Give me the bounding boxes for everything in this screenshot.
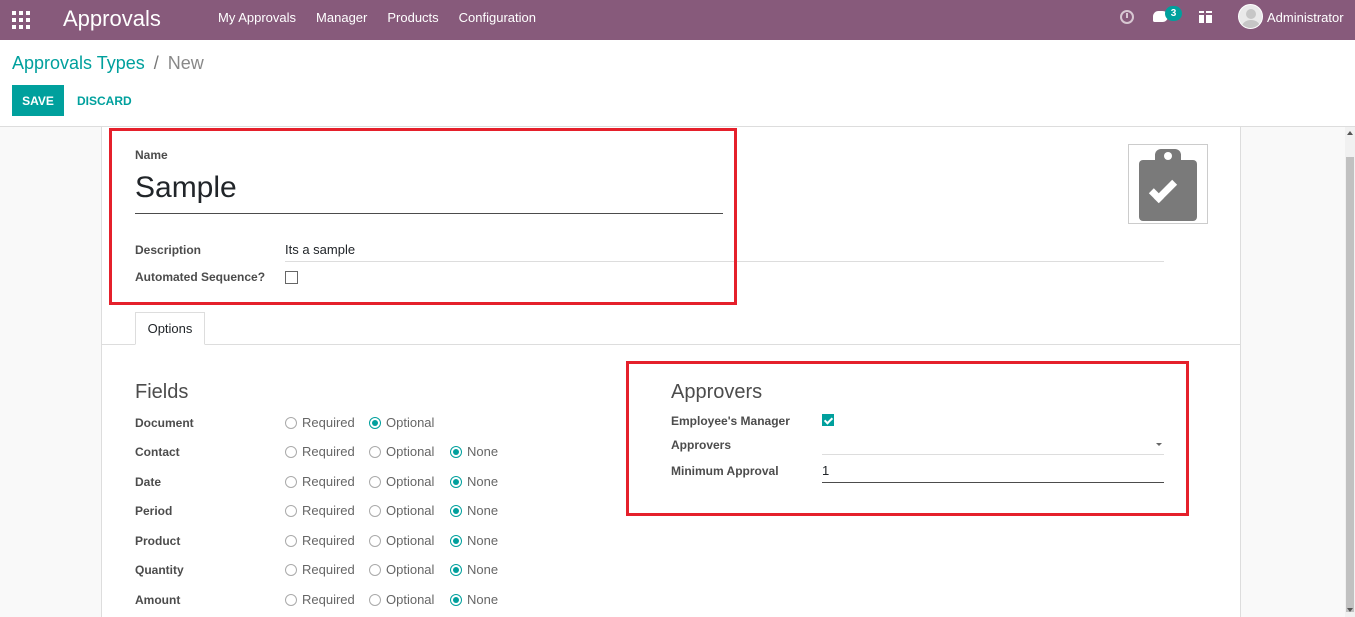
radio-button[interactable] [450, 446, 462, 458]
app-title[interactable]: Approvals [63, 5, 161, 33]
radio-label: Optional [386, 415, 435, 430]
messages-badge: 3 [1165, 6, 1182, 21]
fields-section-title: Fields [135, 381, 189, 403]
field-label: Document [135, 416, 194, 430]
radio-button[interactable] [285, 446, 297, 458]
field-label: Quantity [135, 563, 184, 577]
field-label: Contact [135, 445, 180, 459]
field-label: Amount [135, 593, 181, 607]
radio-label: Optional [386, 474, 435, 489]
field-label: Product [135, 534, 181, 548]
menu-my-approvals[interactable]: My Approvals [208, 0, 306, 40]
discard-button[interactable]: DISCARD [70, 85, 139, 116]
activity-clock-icon[interactable] [1120, 10, 1134, 24]
radio-button[interactable] [450, 594, 462, 606]
radio-button[interactable] [450, 505, 462, 517]
gift-icon[interactable] [1198, 11, 1213, 23]
field-row-amount: Amount Required Optional None [135, 590, 615, 610]
radio-button[interactable] [285, 535, 297, 547]
radio-label: Required [302, 533, 355, 548]
radio-label: Optional [386, 444, 435, 459]
breadcrumb-separator: / [153, 53, 159, 73]
radio-label: Required [302, 415, 355, 430]
radio-button[interactable] [369, 417, 381, 429]
radio-label: None [467, 503, 499, 518]
user-name[interactable]: Administrator [1267, 10, 1344, 25]
field-row-contact: Contact Required Optional None [135, 442, 615, 462]
radio-label: None [467, 444, 499, 459]
radio-button[interactable] [369, 535, 381, 547]
radio-button[interactable] [285, 594, 297, 606]
top-navbar: Approvals My Approvals Manager Products … [0, 0, 1355, 40]
main-menu: My Approvals Manager Products Configurat… [208, 0, 546, 40]
menu-products[interactable]: Products [377, 0, 448, 40]
highlight-box-approvers [626, 361, 1189, 516]
record-image[interactable] [1128, 144, 1208, 224]
radio-label: None [467, 474, 499, 489]
radio-button[interactable] [285, 564, 297, 576]
radio-button[interactable] [285, 476, 297, 488]
scroll-down-arrow-icon[interactable] [1347, 608, 1353, 612]
field-row-period: Period Required Optional None [135, 501, 615, 521]
radio-button[interactable] [369, 505, 381, 517]
breadcrumb: Approvals Types / New [12, 53, 204, 74]
radio-button[interactable] [285, 505, 297, 517]
tabs-divider [102, 344, 1240, 345]
radio-label: Optional [386, 533, 435, 548]
radio-label: Optional [386, 503, 435, 518]
field-row-product: Product Required Optional None [135, 531, 615, 551]
highlight-box-general [109, 128, 737, 305]
radio-button[interactable] [369, 476, 381, 488]
field-label: Date [135, 475, 162, 489]
radio-label: Required [302, 474, 355, 489]
scroll-thumb[interactable] [1346, 157, 1354, 612]
field-row-quantity: Quantity Required Optional None [135, 560, 615, 580]
tab-options[interactable]: Options [135, 312, 205, 345]
radio-label: Optional [386, 592, 435, 607]
radio-button[interactable] [450, 564, 462, 576]
save-button[interactable]: SAVE [12, 85, 64, 116]
radio-button[interactable] [369, 594, 381, 606]
field-label: Period [135, 504, 173, 518]
radio-label: None [467, 533, 499, 548]
radio-button[interactable] [369, 446, 381, 458]
radio-label: None [467, 562, 499, 577]
breadcrumb-parent[interactable]: Approvals Types [12, 53, 145, 73]
control-panel: Approvals Types / New SAVE DISCARD [0, 40, 1355, 127]
radio-label: Optional [386, 562, 435, 577]
user-avatar[interactable] [1238, 4, 1263, 29]
scroll-up-arrow-icon[interactable] [1347, 131, 1353, 135]
radio-label: Required [302, 562, 355, 577]
radio-button[interactable] [450, 535, 462, 547]
menu-configuration[interactable]: Configuration [449, 0, 546, 40]
radio-button[interactable] [450, 476, 462, 488]
radio-button[interactable] [369, 564, 381, 576]
radio-label: Required [302, 444, 355, 459]
radio-button[interactable] [285, 417, 297, 429]
radio-label: Required [302, 503, 355, 518]
radio-label: None [467, 592, 499, 607]
field-row-document: Document Required Optional [135, 413, 615, 433]
breadcrumb-current: New [167, 53, 204, 73]
apps-menu-icon[interactable] [12, 11, 30, 29]
field-row-date: Date Required Optional None [135, 472, 615, 492]
radio-label: Required [302, 592, 355, 607]
vertical-scrollbar[interactable] [1345, 127, 1355, 617]
menu-manager[interactable]: Manager [306, 0, 377, 40]
